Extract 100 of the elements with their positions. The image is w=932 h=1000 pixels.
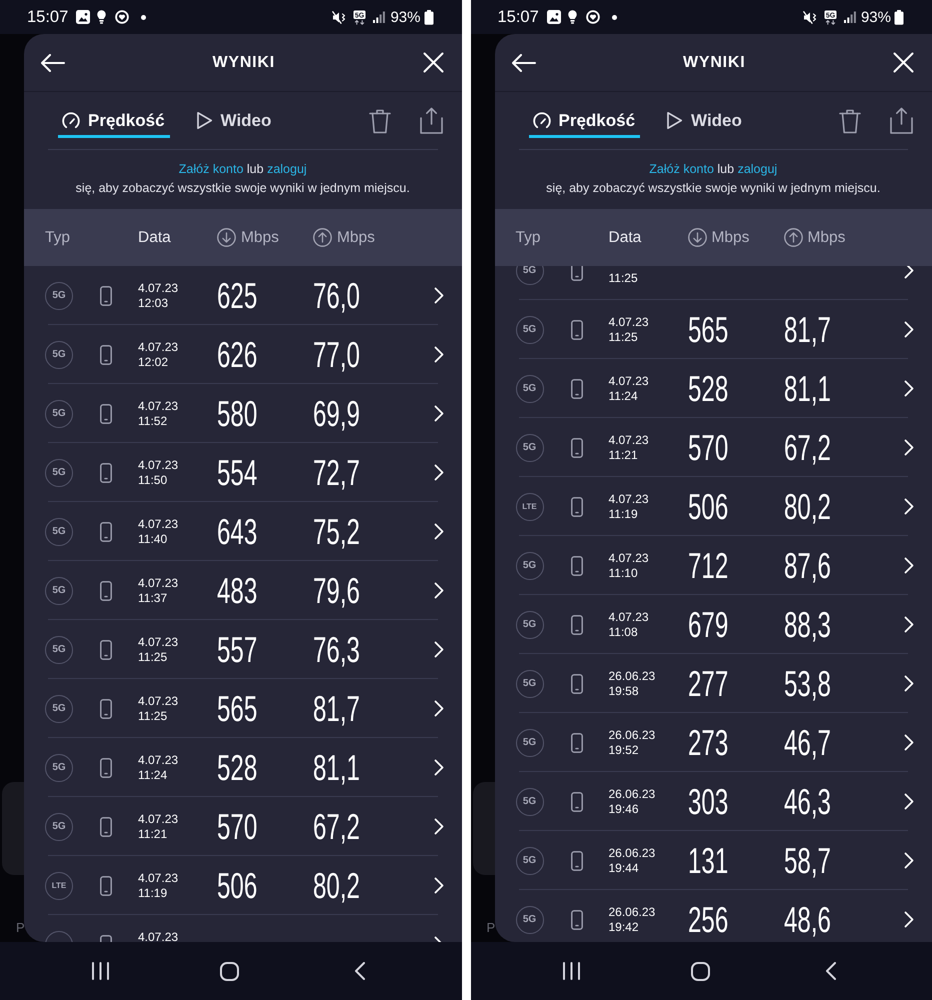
- chevron-right-icon[interactable]: [904, 911, 914, 928]
- network-badge: 5G: [516, 374, 544, 402]
- back-icon[interactable]: [824, 962, 836, 980]
- column-header[interactable]: Typ: [45, 228, 70, 248]
- phone-icon: [100, 934, 112, 942]
- tab[interactable]: Wideo: [662, 106, 747, 138]
- phone-icon: [570, 674, 582, 694]
- download-speed: 506: [688, 488, 728, 524]
- phone-icon: [570, 792, 582, 812]
- date-text: 4.07.23: [138, 870, 178, 886]
- chevron-right-icon[interactable]: [434, 405, 444, 422]
- date-text: 26.06.23: [608, 904, 656, 920]
- chevron-right-icon[interactable]: [904, 793, 914, 810]
- chevron-right-icon[interactable]: [434, 464, 444, 481]
- share-icon[interactable]: [420, 107, 442, 134]
- chevron-right-icon[interactable]: [904, 734, 914, 751]
- home-icon[interactable]: [220, 962, 239, 980]
- column-header[interactable]: Mbps: [712, 228, 750, 248]
- network-badge: 5G: [45, 636, 73, 664]
- upload-speed: 87,6: [784, 548, 830, 584]
- close-icon[interactable]: [893, 52, 914, 73]
- background-text: P: [486, 920, 494, 935]
- phone-icon: [100, 640, 112, 660]
- chevron-right-icon[interactable]: [904, 852, 914, 869]
- notice-link[interactable]: zaloguj: [267, 162, 307, 176]
- chevron-right-icon[interactable]: [434, 641, 444, 658]
- phone-icon: [570, 910, 582, 930]
- date-text: 26.06.23: [608, 786, 656, 802]
- sign-in-notice: Załóż konto lub zaloguj się, aby zobaczyć wszystkie swoje wyniki w jednym miejscu.: [545, 161, 882, 197]
- column-header[interactable]: Mbps: [241, 228, 279, 248]
- battery-icon: [424, 10, 434, 24]
- chevron-right-icon[interactable]: [904, 616, 914, 633]
- chevron-right-icon[interactable]: [434, 582, 444, 599]
- chevron-right-icon[interactable]: [904, 439, 914, 456]
- close-icon[interactable]: [422, 52, 444, 73]
- upload-speed: 67,2: [313, 808, 360, 844]
- dot-icon: [612, 14, 617, 20]
- notice-link[interactable]: Załóż konto: [178, 162, 244, 176]
- home-icon[interactable]: [690, 962, 710, 980]
- trash-icon[interactable]: [368, 109, 390, 134]
- network-badge: 5G: [45, 754, 73, 782]
- date-text: 26.06.23: [608, 846, 656, 860]
- upload-speed: 72,7: [313, 454, 360, 490]
- network-badge: 5G: [516, 610, 544, 638]
- download-speed: 565: [217, 690, 258, 726]
- column-header[interactable]: Typ: [516, 228, 540, 248]
- chevron-right-icon[interactable]: [904, 498, 914, 515]
- date-text: 4.07.23: [608, 492, 649, 506]
- download-speed: 303: [688, 784, 728, 820]
- arrow-up-circle-icon: [313, 228, 332, 247]
- download-speed: 483: [217, 572, 258, 608]
- column-header[interactable]: Data: [608, 228, 642, 248]
- chevron-right-icon[interactable]: [434, 523, 444, 540]
- chevron-right-icon[interactable]: [434, 877, 444, 894]
- download-speed: 277: [688, 666, 728, 702]
- tab[interactable]: Prędkość: [58, 106, 170, 138]
- trash-icon[interactable]: [839, 109, 861, 134]
- date-text: 4.07.23: [608, 374, 649, 388]
- time-text: 11:21: [138, 826, 168, 842]
- tab[interactable]: Wideo: [192, 106, 276, 138]
- network-badge: 5G: [516, 670, 544, 698]
- chevron-right-icon[interactable]: [904, 557, 914, 574]
- date-text: 4.07.23: [138, 634, 178, 650]
- chevron-right-icon[interactable]: [904, 266, 914, 279]
- back-arrow-icon[interactable]: [512, 54, 536, 72]
- chevron-right-icon[interactable]: [434, 936, 444, 942]
- column-header[interactable]: Mbps: [808, 228, 846, 248]
- recent-apps-icon[interactable]: [562, 962, 580, 980]
- notice-link[interactable]: zaloguj: [738, 162, 778, 176]
- arrow-up-circle-icon: [784, 228, 802, 247]
- chevron-right-icon[interactable]: [434, 287, 444, 304]
- status-time: 15:07: [27, 8, 68, 26]
- network-badge: 5G: [45, 694, 73, 722]
- recent-apps-icon[interactable]: [91, 962, 110, 980]
- chevron-right-icon[interactable]: [904, 321, 914, 338]
- upload-speed: 77,0: [313, 336, 360, 372]
- date-text: 4.07.23: [608, 610, 649, 624]
- date-text: 4.07.23: [608, 314, 649, 330]
- time-text: 11:24: [138, 768, 168, 782]
- date-text: 4.07.23: [138, 812, 178, 826]
- download-speed: 256: [688, 902, 728, 938]
- chevron-right-icon[interactable]: [434, 700, 444, 717]
- upload-speed: 58,7: [784, 842, 830, 878]
- tab[interactable]: Prędkość: [528, 106, 640, 138]
- upload-speed: 80,2: [784, 488, 830, 524]
- chevron-right-icon[interactable]: [434, 346, 444, 363]
- upload-speed: 88,3: [784, 606, 830, 642]
- chevron-right-icon[interactable]: [434, 759, 444, 776]
- chevron-right-icon[interactable]: [904, 380, 914, 397]
- back-arrow-icon[interactable]: [41, 54, 65, 72]
- time-text: 11:19: [138, 886, 168, 900]
- chevron-right-icon[interactable]: [434, 818, 444, 835]
- chevron-right-icon[interactable]: [904, 675, 914, 692]
- column-header[interactable]: Mbps: [337, 228, 375, 248]
- back-icon[interactable]: [354, 962, 365, 980]
- download-speed: 554: [217, 454, 258, 490]
- notice-link[interactable]: Załóż konto: [649, 162, 714, 176]
- share-icon[interactable]: [890, 107, 913, 134]
- column-header[interactable]: Data: [138, 228, 171, 248]
- upload-speed: 46,7: [784, 724, 830, 760]
